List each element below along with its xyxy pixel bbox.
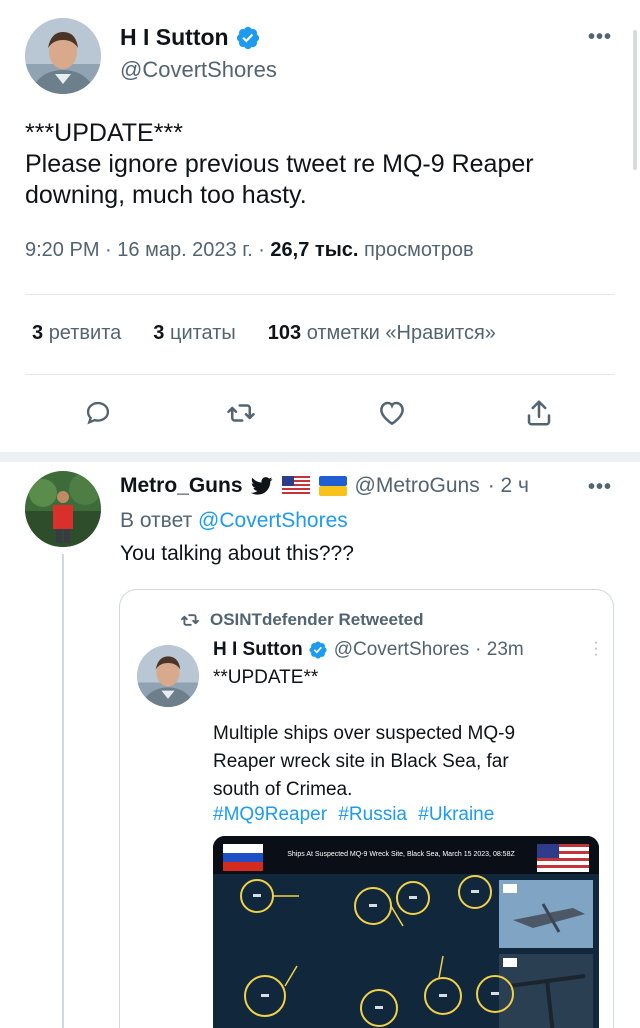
quotes-count: 3 xyxy=(153,322,165,344)
divider xyxy=(25,374,615,375)
map-image[interactable]: Ships At Suspected MQ-9 Wreck Site, Blac… xyxy=(213,836,599,1028)
scrollbar[interactable] xyxy=(633,30,637,170)
hashtag-link[interactable]: #Russia xyxy=(338,804,407,825)
embedded-author-handle[interactable]: @CovertShores xyxy=(334,639,469,661)
us-flag-icon xyxy=(281,476,310,496)
quotes-stat[interactable]: 3 цитаты xyxy=(153,322,235,345)
embedded-text-line: Multiple ships over suspected MQ-9 xyxy=(213,723,516,744)
reply-prefix: В ответ xyxy=(120,509,193,532)
reply-icon xyxy=(86,401,110,425)
tweet-text-line: downing, much too hasty. xyxy=(25,181,307,209)
retweet-icon xyxy=(181,614,199,626)
reply-header: Metro_Guns @MetroGuns · 2 ч xyxy=(120,474,529,498)
retweets-stat[interactable]: 3 ретвита xyxy=(32,322,121,345)
tweet-text-line: Please ignore previous tweet re MQ-9 Rea… xyxy=(25,150,534,178)
retweeted-by-line: OSINTdefender Retweeted xyxy=(180,610,424,630)
embedded-tweet[interactable]: OSINTdefender Retweeted H I Sutton @Cove… xyxy=(119,589,614,1028)
inset-photo-drone xyxy=(499,880,593,948)
meta-separator: · xyxy=(258,239,271,261)
tweet-stats: 3 ретвита 3 цитаты 103 отметки «Нравится… xyxy=(32,322,496,345)
hashtag-link[interactable]: #MQ9Reaper xyxy=(213,804,327,825)
reply-author-name[interactable]: Metro_Guns xyxy=(120,474,243,498)
author-name-line: H I Sutton xyxy=(120,24,261,51)
author-avatar[interactable] xyxy=(25,18,101,94)
retweet-icon xyxy=(227,404,255,422)
reply-text: You talking about this??? xyxy=(120,542,354,565)
tweet-date[interactable]: 16 мар. 2023 г. xyxy=(117,239,252,261)
tweet-actions xyxy=(0,395,640,431)
embedded-header: H I Sutton @CovertShores · 23m xyxy=(213,639,524,661)
thread-line xyxy=(62,554,64,1028)
retweets-count: 3 xyxy=(32,322,44,344)
verified-badge-icon xyxy=(309,641,327,659)
views-count: 26,7 тыс. xyxy=(270,239,359,261)
retweet-button[interactable] xyxy=(223,395,259,431)
us-flag-icon xyxy=(537,844,589,872)
ukraine-flag-icon xyxy=(318,476,347,496)
share-icon xyxy=(527,400,551,426)
likes-label: отметки «Нравится» xyxy=(306,322,496,344)
tweet-text: ***UPDATE*** Please ignore previous twee… xyxy=(25,118,615,211)
likes-stat[interactable]: 103 отметки «Нравится» xyxy=(268,322,496,345)
embedded-author-avatar[interactable] xyxy=(137,645,199,707)
tweet-text-line: ***UPDATE*** xyxy=(25,119,183,147)
reply-author-handle[interactable]: @MetroGuns xyxy=(355,474,480,498)
hashtags: #MQ9Reaper #Russia #Ukraine xyxy=(213,804,500,826)
author-handle[interactable]: @CovertShores xyxy=(120,57,277,83)
embedded-text-line: south of Crimea. xyxy=(213,779,353,800)
heart-icon xyxy=(380,401,404,426)
meta-separator: · xyxy=(105,239,118,261)
more-options-icon[interactable]: ••• xyxy=(588,26,612,49)
reply-button[interactable] xyxy=(80,395,116,431)
more-options-icon[interactable]: ••• xyxy=(588,476,612,499)
embedded-text-line: Reaper wreck site in Black Sea, far xyxy=(213,751,509,772)
embedded-author-name[interactable]: H I Sutton xyxy=(213,639,303,661)
quotes-label: цитаты xyxy=(169,322,236,344)
hashtag-link[interactable]: #Ukraine xyxy=(418,804,494,825)
russia-flag-icon xyxy=(223,844,263,871)
views-label: просмотров xyxy=(364,239,474,261)
section-separator xyxy=(0,452,640,462)
tweet-time[interactable]: 9:20 PM xyxy=(25,239,99,261)
author-name[interactable]: H I Sutton xyxy=(120,24,229,51)
share-button[interactable] xyxy=(521,395,557,431)
retweets-label: ретвита xyxy=(48,322,122,344)
main-tweet: H I Sutton @CovertShores ••• ***UPDATE**… xyxy=(0,0,640,452)
like-button[interactable] xyxy=(374,395,410,431)
likes-count: 103 xyxy=(267,322,302,344)
divider xyxy=(25,294,615,295)
retweeted-by[interactable]: OSINTdefender Retweeted xyxy=(210,610,424,630)
more-options-icon[interactable]: · · · xyxy=(593,635,599,663)
reply-tweet: Metro_Guns @MetroGuns · 2 ч ••• В ответ … xyxy=(0,462,640,1028)
reply-author-avatar[interactable] xyxy=(25,471,101,547)
tweet-meta: 9:20 PM · 16 мар. 2023 г. · 26,7 тыс. пр… xyxy=(25,239,474,262)
embedded-update: **UPDATE** xyxy=(213,667,319,688)
bird-icon xyxy=(250,477,272,495)
reply-time[interactable]: · 2 ч xyxy=(488,474,529,498)
replying-to: В ответ @CovertShores xyxy=(120,509,348,533)
image-caption: Ships At Suspected MQ-9 Wreck Site, Blac… xyxy=(287,851,515,858)
reply-to-link[interactable]: @CovertShores xyxy=(198,509,348,532)
embedded-text: Multiple ships over suspected MQ-9 Reape… xyxy=(213,720,515,804)
verified-badge-icon xyxy=(236,26,259,49)
embedded-time[interactable]: · 23m xyxy=(475,639,524,661)
